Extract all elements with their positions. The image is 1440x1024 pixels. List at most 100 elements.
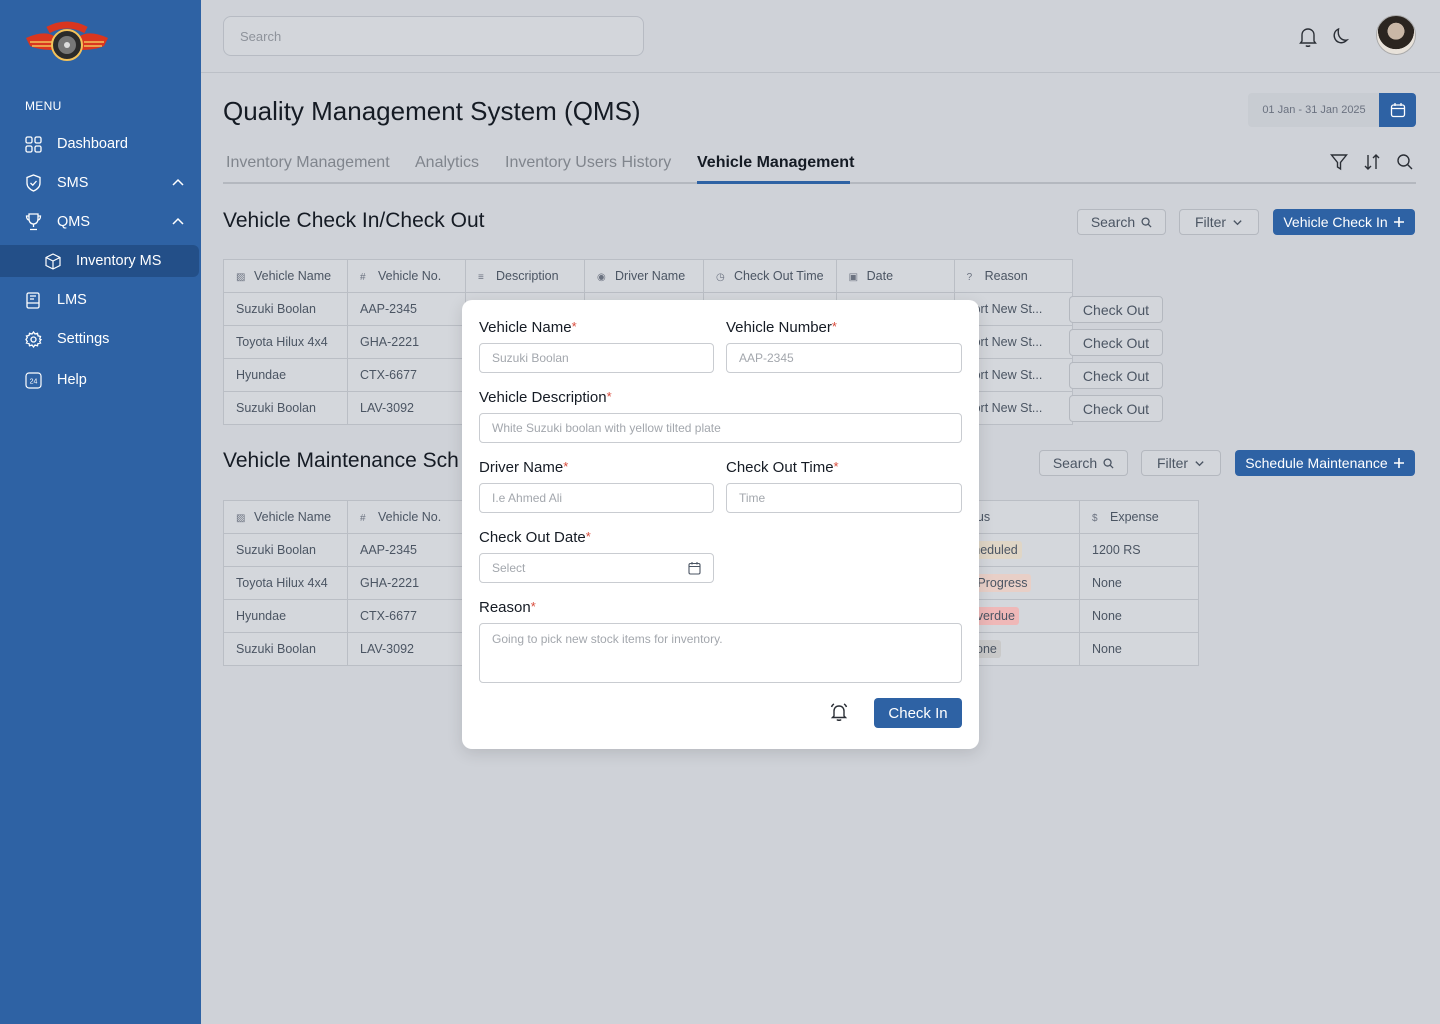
- cell-expense: 1200 RS: [1079, 533, 1199, 567]
- filter-icon[interactable]: [1330, 153, 1348, 171]
- button-label: Schedule Maintenance: [1245, 455, 1388, 471]
- list-icon: ≡: [478, 272, 484, 283]
- column-header: ▨ Vehicle Name: [223, 500, 348, 534]
- sidebar-item-dashboard[interactable]: Dashboard: [0, 128, 201, 160]
- tab-analytics[interactable]: Analytics: [415, 154, 479, 172]
- sidebar-item-settings[interactable]: Settings: [0, 323, 201, 355]
- table-header-row: ▨ Vehicle Name # Vehicle No. ≡ Description …: [223, 259, 1073, 293]
- reason-label: Reason*: [479, 599, 536, 616]
- checkin-filter-button[interactable]: Filter: [1179, 209, 1259, 235]
- vehicle-number-input[interactable]: AAP-2345: [726, 343, 962, 373]
- calendar-icon: [688, 562, 701, 575]
- tab-inventory-users-history[interactable]: Inventory Users History: [505, 154, 671, 172]
- column-header: ◷ Check Out Time: [703, 259, 837, 293]
- column-header: ≡ Description: [465, 259, 585, 293]
- sidebar-item-help[interactable]: 24 Help: [0, 364, 201, 396]
- chevron-down-icon: [1195, 460, 1204, 466]
- maintenance-filter-button[interactable]: Filter: [1141, 450, 1221, 476]
- check-out-time-input[interactable]: Time: [726, 483, 962, 513]
- cell-vehicle-no: CTX-6677: [347, 599, 466, 633]
- tab-bar: Inventory Management Analytics Inventory…: [223, 148, 1416, 184]
- moon-icon[interactable]: [1332, 26, 1352, 46]
- check-out-button[interactable]: Check Out: [1069, 395, 1163, 422]
- reason-textarea[interactable]: Going to pick new stock items for invent…: [479, 623, 962, 683]
- chevron-up-icon[interactable]: [170, 214, 186, 230]
- vehicle-description-label: Vehicle Description*: [479, 389, 612, 406]
- plus-icon: [1393, 217, 1404, 227]
- vehicle-description-input[interactable]: White Suzuki boolan with yellow tilted p…: [479, 413, 962, 443]
- maintenance-section-title: Vehicle Maintenance Sch: [223, 449, 459, 472]
- cell-expense: None: [1079, 599, 1199, 633]
- sidebar-item-sms[interactable]: SMS: [0, 167, 201, 199]
- chevron-down-icon: [1233, 219, 1242, 225]
- cell-vehicle-no: LAV-3092: [347, 391, 466, 425]
- column-header: ▣ Date: [835, 259, 955, 293]
- svg-text:24: 24: [29, 378, 37, 385]
- alarm-bell-icon[interactable]: [829, 702, 849, 722]
- cell-vehicle-no: AAP-2345: [347, 292, 466, 326]
- cell-vehicle-no: AAP-2345: [347, 533, 466, 567]
- cell-expense: None: [1079, 632, 1199, 666]
- tab-inventory-management[interactable]: Inventory Management: [226, 154, 390, 172]
- support-24-icon: 24: [24, 371, 42, 389]
- check-out-time-label: Check Out Time*: [726, 459, 839, 476]
- vehicle-number-label: Vehicle Number*: [726, 319, 837, 336]
- check-in-submit-button[interactable]: Check In: [874, 698, 962, 728]
- question-icon: ?: [966, 272, 973, 283]
- company-logo: [26, 21, 108, 61]
- calendar-icon: [1390, 103, 1405, 118]
- sidebar-item-label: SMS: [57, 175, 89, 191]
- book-icon: [24, 291, 42, 309]
- sidebar-item-label: Inventory MS: [76, 253, 162, 269]
- column-header: # Vehicle No.: [347, 500, 466, 534]
- global-search-input[interactable]: Search: [223, 16, 644, 56]
- chevron-up-icon[interactable]: [170, 175, 186, 191]
- driver-name-label: Driver Name*: [479, 459, 569, 476]
- dollar-icon: $: [1092, 513, 1098, 524]
- date-picker-button[interactable]: [1379, 93, 1416, 127]
- sidebar-item-label: LMS: [57, 292, 87, 308]
- cell-vehicle-no: GHA-2221: [347, 566, 466, 600]
- schedule-maintenance-button[interactable]: Schedule Maintenance: [1235, 450, 1415, 476]
- checkin-section-title: Vehicle Check In/Check Out: [223, 209, 485, 232]
- button-label: Filter: [1156, 455, 1189, 471]
- sidebar-item-inventory-ms[interactable]: Inventory MS: [0, 245, 199, 277]
- sidebar-item-label: Settings: [57, 331, 110, 347]
- column-header: ▨ Vehicle Name: [223, 259, 348, 293]
- vehicle-name-input[interactable]: Suzuki Boolan: [479, 343, 714, 373]
- sidebar-item-qms[interactable]: QMS: [0, 206, 201, 238]
- topbar: Search: [201, 0, 1440, 73]
- vehicle-name-label: Vehicle Name*: [479, 319, 577, 336]
- search-icon[interactable]: [1396, 153, 1414, 171]
- vehicle-check-in-button[interactable]: Vehicle Check In: [1273, 209, 1415, 235]
- button-label: Vehicle Check In: [1283, 214, 1388, 230]
- user-icon: ◉: [597, 272, 606, 283]
- cell-expense: None: [1079, 566, 1199, 600]
- maintenance-search-button[interactable]: Search: [1039, 450, 1128, 476]
- plus-icon: [1393, 458, 1404, 468]
- bell-icon[interactable]: [1298, 26, 1318, 48]
- checkin-search-button[interactable]: Search: [1077, 209, 1166, 235]
- cell-vehicle-name: Suzuki Boolan: [223, 391, 348, 425]
- check-out-button[interactable]: Check Out: [1069, 329, 1163, 356]
- user-avatar[interactable]: [1376, 15, 1416, 55]
- check-out-date-label: Check Out Date*: [479, 529, 591, 546]
- driver-name-input[interactable]: I.e Ahmed Ali: [479, 483, 714, 513]
- cell-vehicle-name: Toyota Hilux 4x4: [223, 325, 348, 359]
- calendar-icon: ▣: [848, 272, 859, 283]
- sidebar: MENU Dashboard SMS QMS Inventory MS LMS: [0, 0, 201, 1024]
- sidebar-item-label: QMS: [57, 214, 91, 230]
- check-out-date-input[interactable]: Select: [479, 553, 714, 583]
- cell-vehicle-no: GHA-2221: [347, 325, 466, 359]
- cell-vehicle-name: Suzuki Boolan: [223, 533, 348, 567]
- date-range[interactable]: 01 Jan - 31 Jan 2025: [1248, 93, 1380, 127]
- gear-icon: [24, 330, 42, 348]
- check-out-button[interactable]: Check Out: [1069, 362, 1163, 389]
- sort-icon[interactable]: [1363, 153, 1381, 171]
- column-header: $ Expense: [1079, 500, 1199, 534]
- menu-label: MENU: [25, 99, 62, 113]
- hash-icon: #: [360, 272, 366, 283]
- tab-vehicle-management[interactable]: Vehicle Management: [697, 154, 854, 172]
- check-out-button[interactable]: Check Out: [1069, 296, 1163, 323]
- sidebar-item-lms[interactable]: LMS: [0, 284, 201, 316]
